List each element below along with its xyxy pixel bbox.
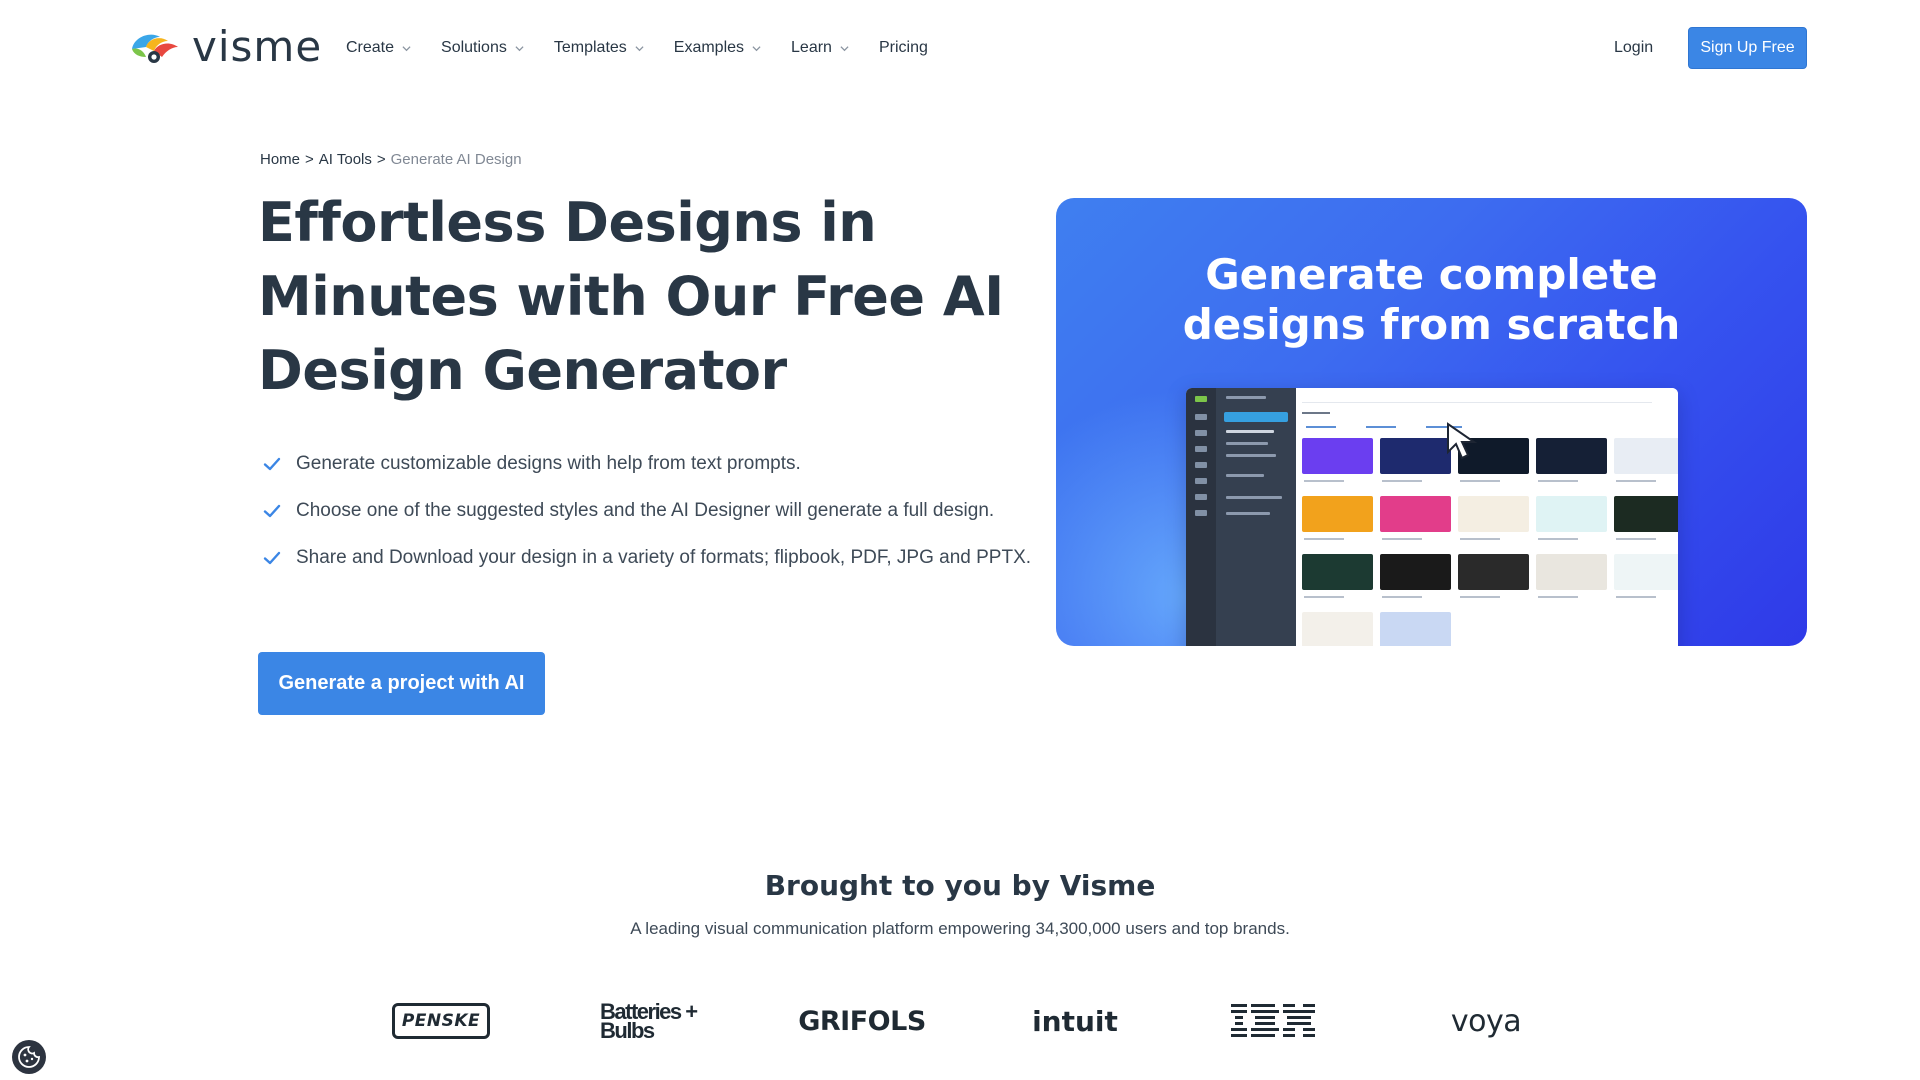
promo-banner: Generate complete designs from scratch bbox=[1056, 198, 1807, 646]
chevron-down-icon bbox=[402, 45, 411, 51]
breadcrumb-ai-tools[interactable]: AI Tools bbox=[319, 150, 372, 170]
cookie-settings-button[interactable] bbox=[12, 1040, 46, 1074]
breadcrumb-separator: > bbox=[305, 151, 314, 168]
main-nav: Create Solutions Templates Examples Lear… bbox=[346, 36, 928, 60]
nav-examples[interactable]: Examples bbox=[674, 36, 761, 60]
breadcrumb-separator: > bbox=[376, 151, 386, 168]
promo-title-line: Generate complete bbox=[1205, 250, 1658, 299]
check-icon bbox=[263, 457, 281, 471]
nav-learn[interactable]: Learn bbox=[791, 36, 849, 60]
feature-text: Share and Download your design in a vari… bbox=[296, 547, 1032, 568]
chevron-down-icon bbox=[635, 45, 644, 51]
brands-subtitle: A leading visual communication platform … bbox=[630, 919, 1290, 938]
cookie-icon bbox=[18, 1046, 40, 1068]
nav-label: Create bbox=[346, 39, 395, 56]
login-link[interactable]: Login bbox=[1614, 36, 1653, 60]
feature-text: Choose one of the suggested styles and t… bbox=[296, 500, 995, 521]
nav-create[interactable]: Create bbox=[346, 36, 411, 60]
nav-label: Pricing bbox=[878, 39, 928, 56]
app-icon-rail bbox=[1186, 388, 1216, 646]
nav-label: Learn bbox=[791, 39, 832, 56]
check-icon bbox=[263, 504, 281, 518]
brands-title: Brought to you by Visme bbox=[764, 869, 1156, 902]
cursor-icon bbox=[1447, 422, 1478, 460]
breadcrumb: Home > AI Tools > Generate AI Design bbox=[260, 150, 522, 170]
breadcrumb-home[interactable]: Home bbox=[260, 150, 300, 170]
nav-solutions[interactable]: Solutions bbox=[441, 36, 524, 60]
feature-item: Generate customizable designs with help … bbox=[262, 448, 1032, 479]
sign-up-button[interactable]: Sign Up Free bbox=[1688, 27, 1807, 69]
penske-logo: PENSKE bbox=[392, 1003, 490, 1039]
nav-pricing[interactable]: Pricing bbox=[879, 36, 928, 60]
app-sidebar bbox=[1216, 388, 1296, 646]
generate-project-button[interactable]: Generate a project with AI bbox=[258, 652, 545, 715]
site-header: visme Create Solutions Templates Example… bbox=[0, 0, 1920, 96]
nav-label: Examples bbox=[673, 39, 745, 56]
feature-list: Generate customizable designs with help … bbox=[262, 448, 1032, 589]
app-main-area bbox=[1296, 388, 1678, 646]
nav-label: Templates bbox=[553, 39, 627, 56]
chevron-down-icon bbox=[515, 45, 524, 51]
brand-logos: PENSKE Batteries + Bulbs GRIFOLS intuit … bbox=[392, 996, 1532, 1046]
app-screenshot bbox=[1186, 388, 1678, 646]
chevron-down-icon bbox=[840, 45, 849, 51]
ibm-logo bbox=[1230, 996, 1316, 1046]
visme-logo[interactable]: visme bbox=[128, 26, 322, 68]
ibm-logo-mark bbox=[1231, 1004, 1315, 1037]
promo-title-line: designs from scratch bbox=[1182, 300, 1681, 349]
voya-logo: voya bbox=[1450, 1003, 1522, 1039]
visme-chameleon-logo-icon bbox=[132, 34, 178, 63]
brand-name: visme bbox=[192, 22, 323, 71]
feature-item: Choose one of the suggested styles and t… bbox=[262, 495, 1032, 526]
page-title: Effortless Designs in Minutes with Our F… bbox=[258, 191, 1004, 402]
breadcrumb-current: Generate AI Design bbox=[390, 151, 522, 168]
chevron-down-icon bbox=[752, 45, 761, 51]
grifols-logo: GRIFOLS bbox=[798, 1005, 926, 1037]
feature-item: Share and Download your design in a vari… bbox=[262, 542, 1032, 573]
nav-label: Solutions bbox=[441, 39, 507, 56]
feature-text: Generate customizable designs with help … bbox=[296, 453, 801, 474]
nav-templates[interactable]: Templates bbox=[554, 36, 644, 60]
promo-title: Generate complete designs from scratch bbox=[1056, 250, 1807, 350]
intuit-logo: intuit bbox=[1032, 1004, 1118, 1038]
batteries-plus-bulbs-logo: Batteries + Bulbs bbox=[600, 999, 698, 1043]
check-icon bbox=[263, 551, 281, 565]
